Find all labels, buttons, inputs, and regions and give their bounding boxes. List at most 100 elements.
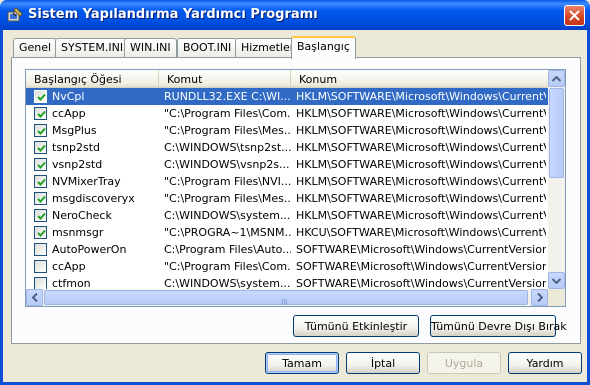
arrow-right-icon	[536, 293, 543, 302]
vertical-scrollbar[interactable]	[548, 70, 565, 289]
startup-item-checkbox[interactable]	[34, 192, 47, 205]
location-cell: SOFTWARE\Microsoft\Windows\CurrentVersio…	[296, 243, 546, 256]
scroll-up-button[interactable]	[548, 70, 565, 87]
list-row[interactable]: vsnp2std C:\WINDOWS\vsnp2s... HKLM\SOFTWAR…	[26, 156, 548, 173]
check-icon	[37, 229, 46, 237]
startup-item-cell: AutoPowerOn	[31, 241, 161, 258]
startup-item-cell: ccApp	[31, 105, 161, 122]
startup-item-checkbox[interactable]	[34, 141, 47, 154]
startup-item-name: vsnp2std	[52, 158, 103, 171]
startup-item-name: NVMixerTray	[52, 175, 121, 188]
horizontal-scrollbar[interactable]	[26, 289, 548, 306]
startup-item-name: msnmsgr	[52, 226, 104, 239]
msconfig-window: Sistem Yapılandırma Yardımcı Programı Ge…	[0, 0, 590, 385]
startup-tab-panel: Başlangıç Öğesi Komut Konum NvCpl RUNDLL3…	[11, 57, 581, 344]
startup-item-name: tsnp2std	[52, 141, 101, 154]
list-row[interactable]: msnmsgr "C:\PROGRA~1\MSNM... HKCU\SOFTWARE…	[26, 224, 548, 241]
startup-item-cell: NVMixerTray	[31, 173, 161, 190]
list-header: Başlangıç Öğesi Komut Konum	[26, 70, 548, 88]
command-cell: C:\WINDOWS\tsnp2st...	[164, 141, 291, 154]
column-header-command[interactable]: Komut	[159, 70, 291, 88]
command-cell: "C:\Program Files\NVI...	[164, 175, 291, 188]
disable-all-button[interactable]: Tümünü Devre Dışı Bırak	[430, 315, 567, 337]
startup-item-cell: msnmsgr	[31, 224, 161, 241]
command-cell: C:\Program Files\Auto...	[164, 243, 291, 256]
list-row[interactable]: msgdiscoveryx "C:\Program Files\Mes... HKL…	[26, 190, 548, 207]
startup-item-cell: NeroCheck	[31, 207, 161, 224]
close-icon	[569, 10, 580, 21]
tab-baslangic[interactable]: Başlangıç	[291, 36, 356, 59]
startup-item-checkbox[interactable]	[34, 90, 47, 103]
location-cell: HKLM\SOFTWARE\Microsoft\Windows\CurrentV…	[296, 88, 546, 105]
location-cell: HKLM\SOFTWARE\Microsoft\Windows\CurrentV…	[296, 158, 546, 171]
check-icon	[37, 178, 46, 186]
title-bar[interactable]: Sistem Yapılandırma Yardımcı Programı	[0, 0, 590, 30]
command-cell: "C:\PROGRA~1\MSNM...	[164, 226, 291, 239]
list-row[interactable]: ccApp "C:\Program Files\Com... HKLM\SOFTWA…	[26, 105, 548, 122]
startup-item-name: NvCpl	[52, 90, 85, 103]
column-header-location[interactable]: Konum	[291, 70, 548, 88]
location-cell: HKLM\SOFTWARE\Microsoft\Windows\CurrentV…	[296, 175, 546, 188]
location-cell: HKLM\SOFTWARE\Microsoft\Windows\CurrentV…	[296, 124, 546, 137]
startup-item-checkbox[interactable]	[34, 175, 47, 188]
startup-item-cell: NvCpl	[31, 88, 161, 105]
list-row[interactable]: MsgPlus "C:\Program Files\Mes... HKLM\SOFT…	[26, 122, 548, 139]
startup-item-name: MsgPlus	[52, 124, 97, 137]
check-icon	[37, 144, 46, 152]
location-cell: HKLM\SOFTWARE\Microsoft\Windows\CurrentV…	[296, 107, 546, 120]
startup-item-name: ccApp	[52, 260, 86, 273]
command-cell: C:\WINDOWS\system...	[164, 209, 291, 222]
location-cell: HKLM\SOFTWARE\Microsoft\Windows\CurrentV…	[296, 209, 546, 222]
startup-item-name: NeroCheck	[52, 209, 112, 222]
check-icon	[37, 127, 46, 135]
startup-list[interactable]: Başlangıç Öğesi Komut Konum NvCpl RUNDLL3…	[25, 69, 566, 307]
location-cell: SOFTWARE\Microsoft\Windows\CurrentVersio…	[296, 260, 546, 273]
scroll-left-button[interactable]	[26, 289, 43, 306]
list-row[interactable]: NvCpl RUNDLL32.EXE C:\WI... HKLM\SOFTWARE\…	[26, 88, 548, 105]
list-row[interactable]: AutoPowerOn C:\Program Files\Auto... SOFTW…	[26, 241, 548, 258]
arrow-down-icon	[552, 277, 561, 284]
startup-item-checkbox[interactable]	[34, 243, 47, 256]
tab-boot-ini[interactable]: BOOT.INI	[177, 38, 238, 58]
tab-win-ini[interactable]: WIN.INI	[124, 38, 177, 58]
startup-item-cell: vsnp2std	[31, 156, 161, 173]
arrow-up-icon	[552, 75, 561, 82]
arrow-left-icon	[31, 293, 38, 302]
enable-all-button[interactable]: Tümünü Etkinleştir	[293, 315, 419, 337]
window-title: Sistem Yapılandırma Yardımcı Programı	[28, 7, 318, 22]
apply-button[interactable]: Uygula	[427, 352, 501, 374]
tab-genel[interactable]: Genel	[13, 38, 58, 58]
startup-item-checkbox[interactable]	[34, 124, 47, 137]
scrollbar-corner	[548, 289, 565, 306]
horizontal-scroll-thumb[interactable]	[44, 290, 528, 305]
list-row[interactable]: NVMixerTray "C:\Program Files\NVI... HKLM\…	[26, 173, 548, 190]
startup-item-checkbox[interactable]	[34, 209, 47, 222]
column-header-startup-item[interactable]: Başlangıç Öğesi	[26, 70, 159, 88]
startup-item-checkbox[interactable]	[34, 260, 47, 273]
scroll-grip-icon	[282, 295, 290, 306]
startup-item-cell: MsgPlus	[31, 122, 161, 139]
cancel-button[interactable]: İptal	[346, 352, 420, 374]
startup-item-name: ccApp	[52, 107, 86, 120]
ok-button[interactable]: Tamam	[265, 352, 339, 374]
scroll-right-button[interactable]	[531, 289, 548, 306]
command-cell: RUNDLL32.EXE C:\WI...	[164, 88, 291, 105]
help-button[interactable]: Yardım	[508, 352, 582, 374]
list-row[interactable]: ccApp "C:\Program Files\Com... SOFTWARE\Mi…	[26, 258, 548, 275]
vertical-scroll-thumb[interactable]	[549, 88, 564, 178]
list-row[interactable]: NeroCheck C:\WINDOWS\system... HKLM\SOFTWA…	[26, 207, 548, 224]
command-cell: "C:\Program Files\Mes...	[164, 192, 291, 205]
command-cell: "C:\Program Files\Mes...	[164, 124, 291, 137]
startup-item-checkbox[interactable]	[34, 226, 47, 239]
startup-item-checkbox[interactable]	[34, 158, 47, 171]
close-button[interactable]	[564, 5, 585, 26]
list-row[interactable]: tsnp2std C:\WINDOWS\tsnp2st... HKLM\SOFTWA…	[26, 139, 548, 156]
location-cell: HKCU\SOFTWARE\Microsoft\Windows\CurrentV…	[296, 226, 546, 239]
scroll-down-button[interactable]	[548, 272, 565, 289]
startup-item-name: AutoPowerOn	[52, 243, 127, 256]
tab-system-ini[interactable]: SYSTEM.INI	[55, 38, 130, 58]
startup-item-checkbox[interactable]	[34, 107, 47, 120]
check-icon	[37, 212, 46, 220]
startup-item-cell: ccApp	[31, 258, 161, 275]
check-icon	[37, 110, 46, 118]
